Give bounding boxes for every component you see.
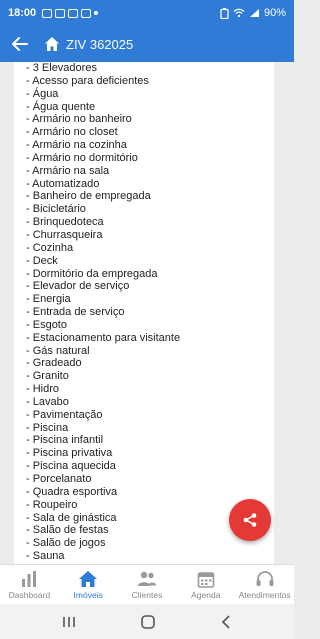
feature-item: Armário no closet: [26, 126, 274, 139]
home-icon: [45, 37, 59, 51]
feature-item: Entrada de serviço: [26, 306, 274, 319]
feature-item: Água quente: [26, 101, 274, 114]
feature-item: Acesso para deficientes: [26, 75, 274, 88]
nav-imoveis[interactable]: Imóveis: [59, 565, 118, 604]
feature-item: Gradeado: [26, 357, 274, 370]
nav-label-agenda: Agenda: [191, 589, 221, 600]
feature-item: Porcelanato: [26, 473, 274, 486]
notification-icons: [42, 8, 99, 18]
nav-label-dashboard: Dashboard: [8, 589, 51, 600]
feature-item: Estacionamento para visitante: [26, 332, 274, 345]
feature-item: Armário na sala: [26, 165, 274, 178]
feature-item: Pavimentação: [26, 409, 274, 422]
feature-item: Sauna: [26, 550, 274, 563]
people-icon: [137, 571, 156, 586]
back-button[interactable]: [10, 34, 30, 54]
notification-dot-icon: [94, 11, 99, 15]
nav-label-imoveis: Imóveis: [73, 589, 103, 600]
recent-apps-icon[interactable]: [61, 615, 77, 629]
notification-icon: [68, 8, 79, 18]
feature-item: Piscina infantil: [26, 434, 274, 447]
house-icon: [79, 570, 98, 587]
feature-item: Automatizado: [26, 178, 274, 191]
feature-item: Banheiro de empregada: [26, 190, 274, 203]
share-button[interactable]: [229, 499, 271, 541]
nav-agenda[interactable]: Agenda: [176, 565, 235, 604]
feature-item: Elevador de serviço: [26, 280, 274, 293]
notification-icon: [55, 8, 66, 18]
nav-clientes[interactable]: Clientes: [118, 565, 177, 604]
notification-icon: [42, 8, 53, 18]
feature-item: Energia: [26, 293, 274, 306]
feature-item: Armário no dormitório: [26, 152, 274, 165]
battery-saver-icon: [220, 7, 229, 19]
wifi-icon: [233, 8, 245, 18]
feature-item: Dormitório da empregada: [26, 268, 274, 281]
feature-item: Gás natural: [26, 345, 274, 358]
home-button-icon[interactable]: [140, 614, 156, 630]
nav-dashboard[interactable]: Dashboard: [0, 565, 59, 604]
status-bar: 18:00 90%: [0, 0, 294, 26]
nav-label-atendimentos: Atendimentos: [238, 589, 291, 600]
share-icon: [243, 513, 257, 527]
feature-item: Cozinha: [26, 242, 274, 255]
feature-item: Salão de jogos: [26, 537, 274, 550]
feature-item: Piscina aquecida: [26, 460, 274, 473]
calendar-icon: [197, 571, 215, 588]
app-bar: ZIV 362025: [0, 26, 294, 62]
feature-item: Bicicletário: [26, 203, 274, 216]
page-title: ZIV 362025: [66, 36, 134, 52]
feature-item: Piscina: [26, 422, 274, 435]
system-back-icon[interactable]: [219, 614, 233, 629]
feature-item: Deck: [26, 255, 274, 268]
feature-item: Armário na cozinha: [26, 139, 274, 152]
feature-item: Quadra esportiva: [26, 486, 274, 499]
features-card: 3 ElevadoresAcesso para deficientesÁguaÁ…: [14, 62, 274, 564]
feature-item: Granito: [26, 370, 274, 383]
nav-label-clientes: Clientes: [131, 589, 163, 600]
feature-item: Brinquedoteca: [26, 216, 274, 229]
nav-atendimentos[interactable]: Atendimentos: [235, 565, 294, 604]
bottom-navigation: Dashboard Imóveis Clientes Agenda Atendi…: [0, 564, 294, 604]
feature-item: 3 Elevadores: [26, 62, 274, 75]
feature-item: Hidro: [26, 383, 274, 396]
arrow-left-icon: [12, 37, 28, 51]
battery-percent: 90%: [263, 7, 286, 19]
notification-icon: [81, 8, 92, 18]
feature-item: Armário no banheiro: [26, 113, 274, 126]
headset-icon: [256, 570, 274, 586]
feature-item: Água: [26, 88, 274, 101]
status-time: 18:00: [8, 7, 37, 19]
bar-chart-icon: [22, 570, 37, 587]
feature-item: Churrasqueira: [26, 229, 274, 242]
features-list: 3 ElevadoresAcesso para deficientesÁguaÁ…: [14, 62, 274, 563]
feature-item: Lavabo: [26, 396, 274, 409]
feature-item: Piscina privativa: [26, 447, 274, 460]
feature-item: Esgoto: [26, 319, 274, 332]
signal-icon: [249, 9, 259, 17]
system-navigation-bar: [0, 604, 294, 639]
